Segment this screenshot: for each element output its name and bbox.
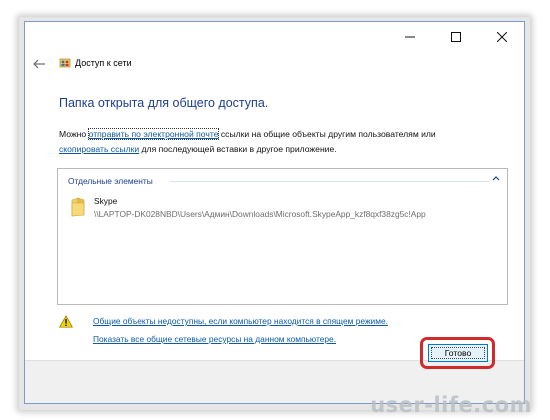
copy-links-link[interactable]: скопировать ссылки [59, 144, 139, 154]
group-divider [170, 181, 489, 182]
close-button[interactable] [479, 22, 525, 52]
description-prefix: Можно [59, 129, 89, 139]
description-middle: ссылки на общие объекты другим пользоват… [218, 129, 436, 139]
watermark-logo: user-life.com [370, 393, 532, 417]
maximize-button[interactable] [433, 22, 479, 52]
item-path: \\LAPTOP-DK028NBD\Users\Админ\Downloads\… [94, 209, 426, 219]
back-button[interactable] [31, 56, 47, 72]
show-all-shares-link[interactable]: Показать все общие сетевые ресурсы на да… [93, 334, 336, 344]
titlebar [25, 22, 524, 52]
item-name: Skype [94, 196, 118, 206]
description-text: Можно отправить по электронной почте ссы… [59, 127, 499, 157]
screenshot-stage: Доступ к сети Папка открыта для общего д… [0, 0, 550, 420]
wizard-title: Доступ к сети [75, 58, 132, 68]
sleep-mode-warning-link[interactable]: Общие объекты недоступны, если компьютер… [93, 316, 388, 326]
maximize-icon [451, 32, 461, 42]
network-sharing-icon [59, 58, 71, 68]
page-heading: Папка открыта для общего доступа. [59, 96, 269, 110]
back-arrow-icon [33, 59, 45, 69]
warning-icon [59, 315, 73, 328]
chevron-up-icon [492, 176, 500, 181]
folder-icon [71, 197, 85, 217]
close-icon [497, 32, 507, 42]
shared-items-list: Отдельные элементы Skype \\LAPTOP-DK028N… [57, 168, 508, 305]
group-header[interactable]: Отдельные элементы [68, 176, 153, 186]
description-suffix: для последующей вставки в другое приложе… [139, 144, 337, 154]
done-button[interactable]: Готово [428, 344, 488, 362]
done-button-focus-ring [431, 347, 485, 359]
collapse-group-button[interactable] [490, 172, 502, 184]
minimize-icon [405, 36, 415, 38]
email-link[interactable]: отправить по электронной почте [87, 128, 220, 140]
minimize-button[interactable] [387, 22, 433, 52]
